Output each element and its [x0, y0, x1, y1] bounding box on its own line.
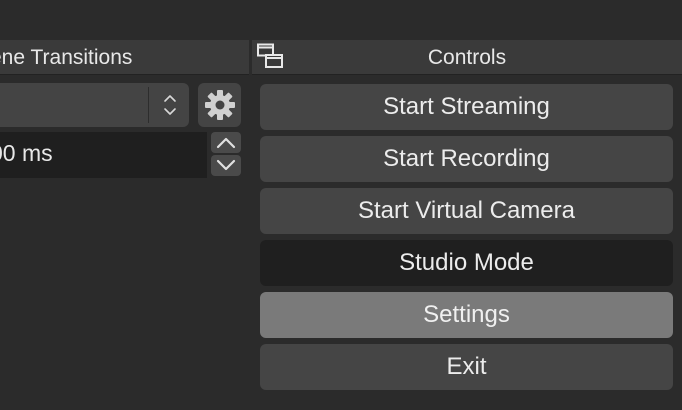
scene-transitions-title: ene Transitions [0, 46, 133, 69]
studio-mode-button[interactable]: Studio Mode [260, 240, 673, 286]
transition-type-select[interactable] [0, 83, 189, 127]
duration-decrease-button[interactable] [211, 155, 241, 176]
scene-transitions-title-bar: ene Transitions [0, 40, 249, 75]
scene-transitions-dock: ene Transitions 0 ms [0, 40, 249, 410]
transition-duration-value: 00 ms [0, 140, 53, 166]
transition-properties-button[interactable] [198, 83, 241, 127]
controls-dock: Controls Start Streaming Start Recording… [252, 40, 682, 410]
controls-title-bar: Controls [252, 40, 682, 75]
transition-duration-input[interactable]: 00 ms [0, 132, 207, 178]
start-recording-button[interactable]: Start Recording [260, 136, 673, 182]
start-streaming-button[interactable]: Start Streaming [260, 84, 673, 130]
controls-title: Controls [427, 46, 507, 69]
exit-button[interactable]: Exit [260, 344, 673, 390]
start-virtual-camera-button[interactable]: Start Virtual Camera [260, 188, 673, 234]
duration-increase-button[interactable] [211, 132, 241, 153]
obs-window: ene Transitions 0 ms Controls Start Stre… [0, 0, 682, 410]
select-divider [148, 87, 149, 123]
top-strip [0, 0, 682, 40]
settings-button[interactable]: Settings [260, 292, 673, 338]
up-down-chevron-icon [158, 88, 182, 122]
